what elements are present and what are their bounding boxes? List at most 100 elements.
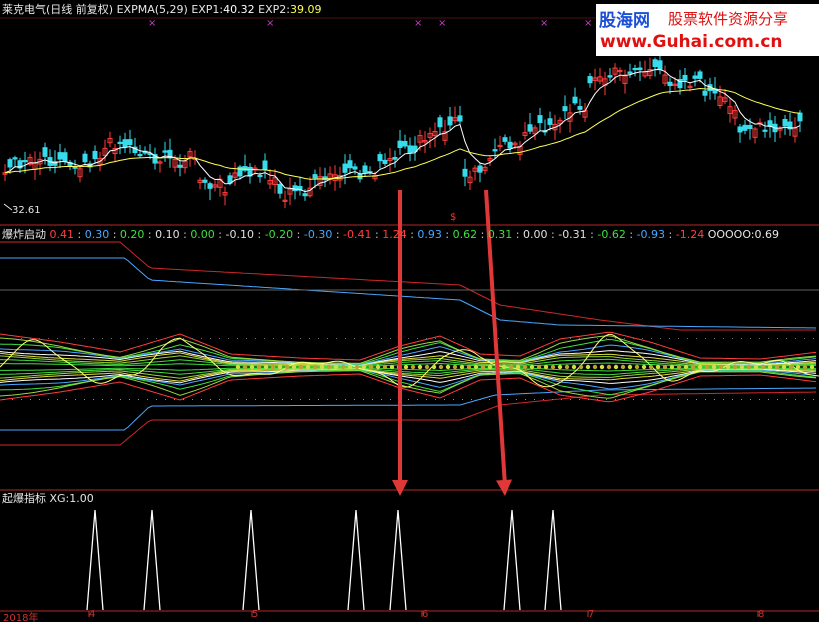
dotted-guide xyxy=(327,338,328,339)
dotted-guide xyxy=(21,399,22,400)
dotted-guide xyxy=(12,399,13,400)
oscillator-level-value: 1.24 xyxy=(382,228,407,241)
dotted-guide xyxy=(156,338,157,339)
center-dot xyxy=(459,364,465,370)
dotted-guide xyxy=(642,399,643,400)
level-separator: : xyxy=(74,228,85,241)
signal-mark: $ xyxy=(450,212,457,223)
candle-body xyxy=(767,120,773,127)
dotted-guide xyxy=(165,338,166,339)
center-dot xyxy=(368,364,374,370)
x-tick-month: 7 xyxy=(588,609,595,620)
dotted-guide xyxy=(471,399,472,400)
dotted-guide xyxy=(336,399,337,400)
dotted-guide xyxy=(516,399,517,400)
dotted-guide xyxy=(336,338,337,339)
dotted-guide xyxy=(120,399,121,400)
dotted-guide xyxy=(219,399,220,400)
candle-body xyxy=(527,124,533,132)
exp2-value: 39.09 xyxy=(289,3,322,16)
center-dot xyxy=(704,364,710,370)
dotted-guide xyxy=(183,399,184,400)
signal-x-marker: × xyxy=(540,18,548,29)
oscillator-level-value: 0.30 xyxy=(84,228,110,241)
candle-body xyxy=(537,115,543,124)
x-tick-month: 6 xyxy=(422,609,429,620)
dotted-guide xyxy=(3,399,4,400)
dotted-guide xyxy=(489,338,490,339)
center-dot xyxy=(522,364,528,370)
dotted-guide xyxy=(237,399,238,400)
chart-canvas[interactable]: × × × × × × xyxy=(0,0,819,622)
dotted-guide xyxy=(111,399,112,400)
watermark-slogan: 股票软件资源分享 xyxy=(668,10,789,28)
dotted-guide xyxy=(147,338,148,339)
center-dot xyxy=(809,364,815,370)
candle-body xyxy=(692,75,698,79)
center-dot xyxy=(312,364,318,370)
center-dot xyxy=(641,364,647,370)
dotted-guide xyxy=(768,338,769,339)
center-dot xyxy=(424,364,430,370)
dotted-guide xyxy=(264,399,265,400)
level-separator: : xyxy=(441,228,453,241)
dotted-guide xyxy=(201,399,202,400)
dotted-guide xyxy=(777,338,778,339)
center-dot xyxy=(592,364,598,370)
fan-envelope-upper xyxy=(0,331,817,361)
dotted-guide xyxy=(723,338,724,339)
dotted-guide xyxy=(84,399,85,400)
dotted-guide xyxy=(768,399,769,400)
dotted-guide xyxy=(93,338,94,339)
center-dot xyxy=(543,364,549,370)
dotted-guide xyxy=(183,338,184,339)
center-dot xyxy=(578,364,584,370)
dotted-guide xyxy=(678,399,679,400)
center-dot xyxy=(718,364,724,370)
dotted-guide xyxy=(606,399,607,400)
candle-body xyxy=(742,124,748,131)
center-dot xyxy=(669,364,675,370)
center-dot xyxy=(529,364,535,370)
dotted-guide xyxy=(273,399,274,400)
oscillator-panel-header: 爆炸启动 0.41 : 0.30 : 0.20 : 0.10 : 0.00 : … xyxy=(2,228,779,242)
dotted-guide xyxy=(408,399,409,400)
dotted-guide xyxy=(480,338,481,339)
dotted-guide xyxy=(588,399,589,400)
dotted-guide xyxy=(318,399,319,400)
center-dot xyxy=(319,364,325,370)
dotted-guide xyxy=(642,338,643,339)
candle-body xyxy=(262,160,268,170)
center-dot xyxy=(326,364,332,370)
candle-body xyxy=(607,75,613,78)
center-dot xyxy=(277,364,283,370)
center-dot xyxy=(382,364,388,370)
extra-value: 0.69 xyxy=(754,228,780,241)
dotted-guide xyxy=(246,399,247,400)
dotted-guide xyxy=(120,338,121,339)
dotted-guide xyxy=(381,338,382,339)
center-dot xyxy=(508,364,514,370)
dotted-guide xyxy=(417,338,418,339)
dotted-guide xyxy=(597,399,598,400)
dotted-guide xyxy=(12,338,13,339)
level-separator: : xyxy=(512,228,524,241)
oscillator-level-value: -0.93 xyxy=(636,228,666,241)
dotted-guide xyxy=(291,399,292,400)
dotted-guide xyxy=(363,338,364,339)
dotted-guide xyxy=(345,338,346,339)
dotted-guide xyxy=(804,399,805,400)
center-dot xyxy=(788,364,794,370)
x-tick-month: 8 xyxy=(758,609,765,620)
dotted-guide xyxy=(660,338,661,339)
dotted-guide xyxy=(678,338,679,339)
dotted-guide xyxy=(426,338,427,339)
signal-x-marker: × xyxy=(414,18,422,29)
dotted-guide xyxy=(102,338,103,339)
dotted-guide xyxy=(345,399,346,400)
dotted-guide xyxy=(453,399,454,400)
candle-body xyxy=(122,139,128,148)
center-dot xyxy=(480,364,486,370)
dotted-guide xyxy=(633,338,634,339)
center-dot xyxy=(298,364,304,370)
